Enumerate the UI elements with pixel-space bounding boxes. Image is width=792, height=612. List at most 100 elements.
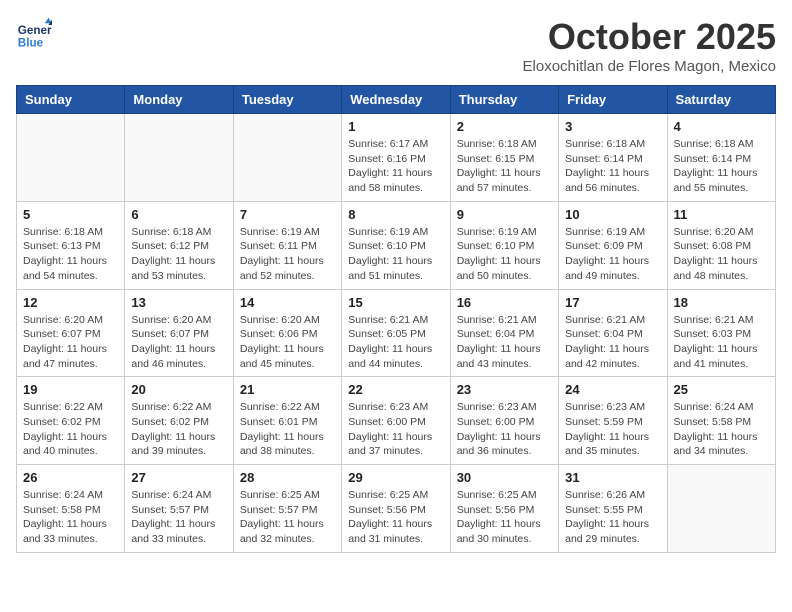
day-number: 11 bbox=[674, 207, 769, 222]
weekday-header-monday: Monday bbox=[125, 86, 233, 114]
day-number: 6 bbox=[131, 207, 226, 222]
day-info: Sunrise: 6:25 AMSunset: 5:57 PMDaylight:… bbox=[240, 488, 335, 547]
calendar-cell: 27 Sunrise: 6:24 AMSunset: 5:57 PMDayligh… bbox=[125, 465, 233, 553]
calendar-cell: 18Sunrise: 6:21 AMSunset: 6:03 PMDayligh… bbox=[667, 289, 775, 377]
day-info: Sunrise: 6:23 AMSunset: 6:00 PMDaylight:… bbox=[348, 400, 443, 459]
day-number: 28 bbox=[240, 470, 335, 485]
day-number: 23 bbox=[457, 382, 552, 397]
day-info: Sunrise: 6:25 AMSunset: 5:56 PMDaylight:… bbox=[348, 488, 443, 547]
day-info: Sunrise: 6:20 AMSunset: 6:07 PMDaylight:… bbox=[23, 313, 118, 372]
calendar-cell: 23 Sunrise: 6:23 AMSunset: 6:00 PMDayligh… bbox=[450, 377, 558, 465]
weekday-header-saturday: Saturday bbox=[667, 86, 775, 114]
weekday-header-tuesday: Tuesday bbox=[233, 86, 341, 114]
calendar-cell: 1 Sunrise: 6:17 AMSunset: 6:16 PMDaylight… bbox=[342, 114, 450, 202]
month-title: October 2025 bbox=[523, 16, 776, 58]
day-number: 24 bbox=[565, 382, 660, 397]
calendar-cell: 17 Sunrise: 6:21 AMSunset: 6:04 PMDayligh… bbox=[559, 289, 667, 377]
logo-icon: General Blue bbox=[16, 16, 52, 52]
day-info: Sunrise: 6:26 AMSunset: 5:55 PMDaylight:… bbox=[565, 488, 660, 547]
location-title: Eloxochitlan de Flores Magon, Mexico bbox=[523, 58, 776, 75]
day-info: Sunrise: 6:19 AMSunset: 6:11 PMDaylight:… bbox=[240, 225, 335, 284]
day-info: Sunrise: 6:23 AMSunset: 5:59 PMDaylight:… bbox=[565, 400, 660, 459]
svg-text:Blue: Blue bbox=[18, 37, 44, 50]
day-number: 1 bbox=[348, 119, 443, 134]
calendar-cell bbox=[17, 114, 125, 202]
day-info: Sunrise: 6:18 AMSunset: 6:14 PMDaylight:… bbox=[674, 137, 769, 196]
day-number: 21 bbox=[240, 382, 335, 397]
calendar-cell: 22 Sunrise: 6:23 AMSunset: 6:00 PMDayligh… bbox=[342, 377, 450, 465]
day-info: Sunrise: 6:19 AMSunset: 6:10 PMDaylight:… bbox=[457, 225, 552, 284]
calendar-cell: 19Sunrise: 6:22 AMSunset: 6:02 PMDayligh… bbox=[17, 377, 125, 465]
calendar-cell: 25 Sunrise: 6:24 AMSunset: 5:58 PMDayligh… bbox=[667, 377, 775, 465]
day-number: 9 bbox=[457, 207, 552, 222]
calendar-cell: 5 Sunrise: 6:18 AMSunset: 6:13 PMDaylight… bbox=[17, 201, 125, 289]
day-number: 3 bbox=[565, 119, 660, 134]
day-info: Sunrise: 6:21 AMSunset: 6:04 PMDaylight:… bbox=[457, 313, 552, 372]
day-info: Sunrise: 6:22 AMSunset: 6:01 PMDaylight:… bbox=[240, 400, 335, 459]
calendar-cell: 28 Sunrise: 6:25 AMSunset: 5:57 PMDayligh… bbox=[233, 465, 341, 553]
day-info: Sunrise: 6:20 AMSunset: 6:08 PMDaylight:… bbox=[674, 225, 769, 284]
calendar-cell: 24 Sunrise: 6:23 AMSunset: 5:59 PMDayligh… bbox=[559, 377, 667, 465]
calendar-cell: 21 Sunrise: 6:22 AMSunset: 6:01 PMDayligh… bbox=[233, 377, 341, 465]
day-info: Sunrise: 6:20 AMSunset: 6:07 PMDaylight:… bbox=[131, 313, 226, 372]
day-number: 16 bbox=[457, 295, 552, 310]
calendar-cell: 26Sunrise: 6:24 AMSunset: 5:58 PMDayligh… bbox=[17, 465, 125, 553]
week-row-4: 19Sunrise: 6:22 AMSunset: 6:02 PMDayligh… bbox=[17, 377, 776, 465]
calendar-cell: 14Sunrise: 6:20 AMSunset: 6:06 PMDayligh… bbox=[233, 289, 341, 377]
day-number: 22 bbox=[348, 382, 443, 397]
day-number: 7 bbox=[240, 207, 335, 222]
calendar-cell: 29Sunrise: 6:25 AMSunset: 5:56 PMDayligh… bbox=[342, 465, 450, 553]
day-info: Sunrise: 6:21 AMSunset: 6:05 PMDaylight:… bbox=[348, 313, 443, 372]
day-number: 8 bbox=[348, 207, 443, 222]
week-row-1: 1 Sunrise: 6:17 AMSunset: 6:16 PMDaylight… bbox=[17, 114, 776, 202]
calendar-table: SundayMondayTuesdayWednesdayThursdayFrid… bbox=[16, 85, 776, 553]
day-info: Sunrise: 6:24 AMSunset: 5:57 PMDaylight:… bbox=[131, 488, 226, 547]
day-info: Sunrise: 6:21 AMSunset: 6:04 PMDaylight:… bbox=[565, 313, 660, 372]
day-number: 20 bbox=[131, 382, 226, 397]
day-info: Sunrise: 6:18 AMSunset: 6:15 PMDaylight:… bbox=[457, 137, 552, 196]
day-number: 10 bbox=[565, 207, 660, 222]
day-info: Sunrise: 6:24 AMSunset: 5:58 PMDaylight:… bbox=[674, 400, 769, 459]
day-info: Sunrise: 6:22 AMSunset: 6:02 PMDaylight:… bbox=[23, 400, 118, 459]
day-info: Sunrise: 6:19 AMSunset: 6:09 PMDaylight:… bbox=[565, 225, 660, 284]
calendar-cell bbox=[233, 114, 341, 202]
day-number: 2 bbox=[457, 119, 552, 134]
day-number: 15 bbox=[348, 295, 443, 310]
calendar-cell: 8 Sunrise: 6:19 AMSunset: 6:10 PMDaylight… bbox=[342, 201, 450, 289]
weekday-header-wednesday: Wednesday bbox=[342, 86, 450, 114]
calendar-cell: 7 Sunrise: 6:19 AMSunset: 6:11 PMDaylight… bbox=[233, 201, 341, 289]
calendar-cell: 11 Sunrise: 6:20 AMSunset: 6:08 PMDayligh… bbox=[667, 201, 775, 289]
weekday-header-row: SundayMondayTuesdayWednesdayThursdayFrid… bbox=[17, 86, 776, 114]
day-info: Sunrise: 6:18 AMSunset: 6:14 PMDaylight:… bbox=[565, 137, 660, 196]
day-number: 4 bbox=[674, 119, 769, 134]
svg-text:General: General bbox=[18, 24, 52, 37]
day-info: Sunrise: 6:24 AMSunset: 5:58 PMDaylight:… bbox=[23, 488, 118, 547]
day-info: Sunrise: 6:17 AMSunset: 6:16 PMDaylight:… bbox=[348, 137, 443, 196]
day-number: 17 bbox=[565, 295, 660, 310]
day-number: 30 bbox=[457, 470, 552, 485]
calendar-cell bbox=[667, 465, 775, 553]
calendar-cell: 10 Sunrise: 6:19 AMSunset: 6:09 PMDayligh… bbox=[559, 201, 667, 289]
day-number: 27 bbox=[131, 470, 226, 485]
calendar-cell: 3 Sunrise: 6:18 AMSunset: 6:14 PMDaylight… bbox=[559, 114, 667, 202]
page-header: General Blue October 2025 Eloxochitlan d… bbox=[16, 16, 776, 75]
week-row-3: 12 Sunrise: 6:20 AMSunset: 6:07 PMDayligh… bbox=[17, 289, 776, 377]
day-info: Sunrise: 6:25 AMSunset: 5:56 PMDaylight:… bbox=[457, 488, 552, 547]
weekday-header-sunday: Sunday bbox=[17, 86, 125, 114]
calendar-cell: 15 Sunrise: 6:21 AMSunset: 6:05 PMDayligh… bbox=[342, 289, 450, 377]
day-info: Sunrise: 6:21 AMSunset: 6:03 PMDaylight:… bbox=[674, 313, 769, 372]
day-info: Sunrise: 6:23 AMSunset: 6:00 PMDaylight:… bbox=[457, 400, 552, 459]
calendar-cell: 12 Sunrise: 6:20 AMSunset: 6:07 PMDayligh… bbox=[17, 289, 125, 377]
week-row-5: 26Sunrise: 6:24 AMSunset: 5:58 PMDayligh… bbox=[17, 465, 776, 553]
title-area: October 2025 Eloxochitlan de Flores Mago… bbox=[523, 16, 776, 75]
calendar-cell: 30 Sunrise: 6:25 AMSunset: 5:56 PMDayligh… bbox=[450, 465, 558, 553]
calendar-cell: 31Sunrise: 6:26 AMSunset: 5:55 PMDayligh… bbox=[559, 465, 667, 553]
week-row-2: 5 Sunrise: 6:18 AMSunset: 6:13 PMDaylight… bbox=[17, 201, 776, 289]
day-number: 12 bbox=[23, 295, 118, 310]
day-number: 25 bbox=[674, 382, 769, 397]
day-info: Sunrise: 6:18 AMSunset: 6:13 PMDaylight:… bbox=[23, 225, 118, 284]
weekday-header-friday: Friday bbox=[559, 86, 667, 114]
day-info: Sunrise: 6:19 AMSunset: 6:10 PMDaylight:… bbox=[348, 225, 443, 284]
day-number: 5 bbox=[23, 207, 118, 222]
day-number: 14 bbox=[240, 295, 335, 310]
